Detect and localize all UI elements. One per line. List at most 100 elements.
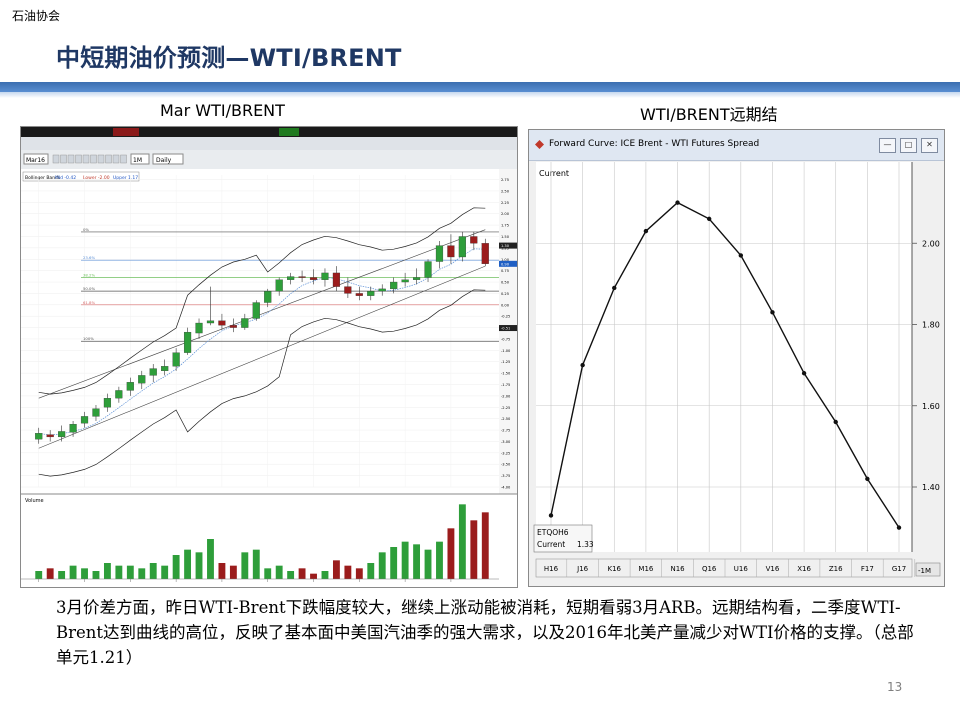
candle-body: [287, 276, 295, 280]
current-value-box-label: Current: [537, 540, 565, 549]
y-tick-label: 1.80: [922, 321, 940, 330]
volume-bar: [69, 565, 77, 579]
volume-label: Volume: [25, 498, 44, 504]
volume-bar: [46, 568, 54, 579]
maximize-button[interactable]: □: [900, 138, 917, 153]
forward-curve-point: [706, 216, 712, 222]
candle-body: [206, 320, 215, 324]
volume-bar: [458, 504, 466, 579]
volume-bar: [172, 555, 180, 579]
volume-bar: [424, 549, 432, 579]
forward-curve-point: [548, 513, 554, 518]
y-tick-label: 1.60: [922, 402, 940, 411]
volume-bar: [149, 563, 157, 579]
volume-bar: [447, 528, 455, 579]
title-bar-shade: [0, 92, 960, 98]
forward-curve-point: [770, 310, 775, 315]
candle-body: [435, 245, 444, 262]
last-value-text: 0.90: [501, 262, 510, 266]
candle-body: [161, 366, 169, 372]
price-tick-label: -0.75: [501, 337, 510, 341]
current-value-box-symbol: ETQOH6: [537, 528, 569, 537]
candle-body: [321, 272, 329, 280]
x-tick-label: F17: [861, 565, 874, 573]
price-tick-label: -4.00: [501, 486, 511, 490]
fib-level-label: 100%: [83, 336, 94, 341]
volume-bar: [252, 549, 260, 579]
price-tick-label: -1.75: [501, 383, 510, 387]
price-axis: [499, 169, 517, 494]
left-chart-caption: Mar WTI/BRENT: [160, 101, 285, 120]
x-tick-label: Z16: [829, 565, 843, 573]
quote-bar-down-cell: [113, 128, 139, 136]
toolbar-tool-icon: [60, 154, 67, 164]
x-tick-label: G17: [892, 565, 906, 573]
toolbar-tool-icon: [120, 154, 127, 164]
candle-body: [46, 434, 54, 438]
page-title: 中短期油价预测—WTI/BRENT: [56, 44, 402, 72]
candle-body: [412, 277, 421, 280]
quote-bar: [21, 127, 517, 137]
current-value-box: ETQOH6 Current 1.33: [533, 524, 594, 553]
volume-bar: [229, 565, 237, 579]
fib-level-label: 61.8%: [83, 300, 95, 305]
volume-bar: [298, 568, 306, 579]
volume-bar: [332, 560, 340, 579]
forward-curve-point: [801, 371, 807, 376]
fib-level-label: 0%: [83, 227, 89, 232]
candle-body: [298, 276, 306, 278]
forward-curve-svg: Current 1.40 1.60 1.80 2.00 ETQOH6 Current …: [533, 162, 941, 578]
candle-body: [481, 243, 489, 264]
candle-body: [401, 279, 409, 283]
interval-box-text: Daily: [156, 157, 172, 164]
candle-body: [103, 398, 112, 408]
price-tick-label: -1.00: [501, 349, 511, 353]
close-button[interactable]: ✕: [921, 138, 938, 153]
price-tick-label: 2.50: [501, 189, 510, 193]
price-tick-label: -3.50: [501, 463, 511, 467]
candle-body: [264, 290, 272, 303]
app-icon: [535, 140, 544, 149]
price-tick-label: -2.75: [501, 429, 510, 433]
forward-curve-window: Forward Curve: ICE Brent - WTI Futures S…: [528, 129, 945, 587]
y-tick-label: 1.40: [922, 483, 940, 492]
x-tick-label: X16: [797, 565, 811, 573]
volume-bar: [401, 541, 409, 579]
volume-bar: [321, 571, 329, 579]
price-tick-label: -1.50: [501, 372, 511, 376]
volume-bar: [115, 565, 123, 579]
toolbar-tool-icon: [82, 154, 90, 164]
right-chart-caption: WTI/BRENT远期结: [640, 105, 778, 124]
quote-bar-up-cell: [279, 128, 299, 136]
candle-body: [390, 281, 398, 290]
volume-bar: [470, 520, 478, 579]
price-panel: [21, 169, 499, 494]
forward-curve-point: [738, 253, 744, 258]
price-tick-label: 2.25: [501, 201, 509, 205]
candle-body: [332, 272, 341, 287]
toolbar-tool-icon: [105, 154, 112, 164]
page-number: 13: [887, 680, 903, 694]
fib-level-label: 23.6%: [83, 255, 95, 260]
candle-body: [115, 390, 123, 399]
toolbar-tool-icon: [90, 154, 97, 164]
candle-body: [241, 318, 249, 328]
volume-bar: [161, 565, 169, 579]
volume-bar: [344, 565, 352, 579]
indicator-upper: Upper 1.17: [113, 175, 138, 181]
menu-bar: [21, 137, 517, 150]
candle-body: [149, 368, 157, 376]
toolbar-tool-icon: [112, 154, 120, 164]
minimize-button[interactable]: —: [879, 138, 896, 153]
volume-bar: [195, 552, 203, 579]
price-tick-label: -2.25: [501, 406, 510, 410]
candle-body: [126, 382, 134, 391]
price-tick-label: -2.00: [501, 394, 511, 398]
fib-level-label: 50.0%: [83, 286, 95, 291]
volume-bar: [103, 563, 111, 579]
org-name: 石油协会: [12, 9, 61, 23]
candle-body: [252, 302, 260, 319]
volume-bar: [287, 571, 295, 579]
volume-bar: [138, 568, 146, 579]
price-tick-label: -3.25: [501, 451, 510, 455]
